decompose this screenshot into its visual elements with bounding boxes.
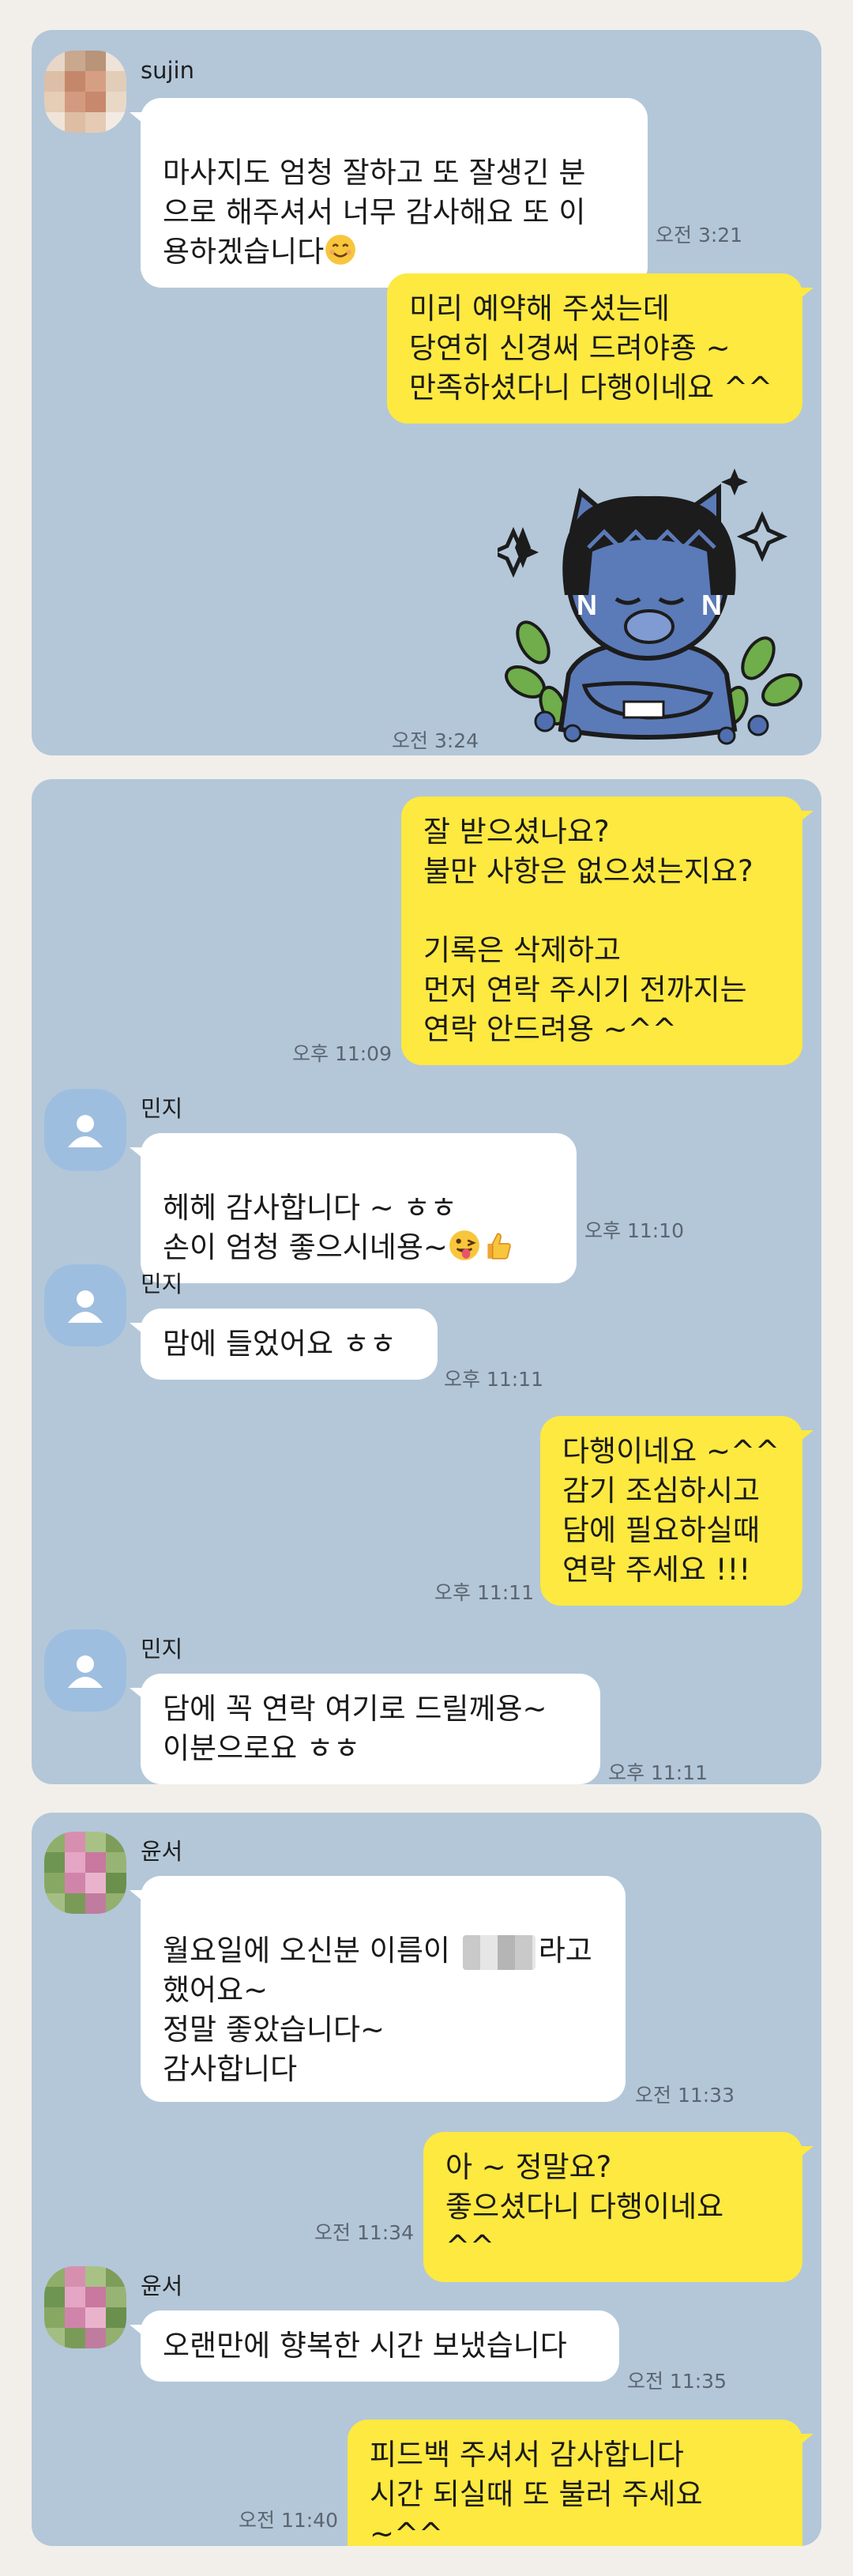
- sujin-avatar[interactable]: [44, 51, 126, 133]
- message-text: 마사지도 엄청 잘하고 또 잘생긴 분 으로 해주셔서 너무 감사해요 또 이 …: [163, 156, 586, 269]
- pixelated-avatar-image: [44, 1832, 126, 1914]
- timestamp: 오후 11:09: [292, 1042, 392, 1065]
- smiling-face-icon: [325, 235, 356, 265]
- yunseo-avatar[interactable]: [44, 1832, 126, 1914]
- pixelated-avatar-image: [44, 2266, 126, 2348]
- outgoing-message[interactable]: 잘 받으셨나요? 불만 사항은 없으셨는지요? 기록은 삭제하고 먼저 연락 주…: [401, 797, 814, 1065]
- message-text: 했어요~ 정말 좋았습니다~ 감사합니다: [163, 1973, 385, 2086]
- message-text: 헤헤 감사합니다 ~ ㅎㅎ 손이 엄청 좋으시네용~: [163, 1191, 457, 1264]
- sender-name: 민지: [141, 1636, 183, 1663]
- message-text: 라고: [538, 1934, 592, 1968]
- thumbs-up-icon: [487, 1233, 511, 1260]
- message-text: 월요일에 오신분 이름이: [163, 1934, 450, 1968]
- incoming-message[interactable]: 맘에 들었어요 ㅎㅎ: [130, 1309, 438, 1380]
- timestamp: 오후 11:10: [584, 1219, 684, 1242]
- incoming-message[interactable]: 오랜만에 향복한 시간 보냈습니다: [130, 2310, 619, 2382]
- blurred-name-redaction: [462, 1934, 535, 1970]
- timestamp: 오전 11:34: [314, 2221, 414, 2244]
- svg-text:N: N: [577, 589, 597, 621]
- timestamp: 오전 3:24: [392, 729, 479, 752]
- incoming-message[interactable]: 헤헤 감사합니다 ~ ㅎㅎ 손이 엄청 좋으시네용~: [130, 1133, 577, 1283]
- chat-screenshot-2: 잘 받으셨나요? 불만 사항은 없으셨는지요? 기록은 삭제하고 먼저 연락 주…: [32, 779, 821, 1784]
- incoming-message[interactable]: 담에 꼭 연락 여기로 드릴께용~ 이분으로요 ㅎㅎ: [130, 1674, 600, 1784]
- outgoing-message[interactable]: 다행이네요 ~^^ 감기 조심하시고 담에 필요하실때 연락 주세요 !!!: [540, 1416, 814, 1606]
- default-person-icon: [68, 1290, 103, 1323]
- chat-screenshot-1: sujin 마사지도 엄청 잘하고 또 잘생긴 분 으로 해주셔서 너무 감사해…: [32, 30, 821, 755]
- sender-name: 민지: [141, 1271, 183, 1297]
- svg-text:N: N: [701, 589, 722, 621]
- sender-name: 민지: [141, 1095, 183, 1122]
- winking-face-tongue-icon: [449, 1230, 479, 1260]
- lion-character-sticker[interactable]: N N: [498, 461, 821, 753]
- sender-name: 윤서: [141, 2273, 183, 2299]
- minji-avatar[interactable]: [44, 1089, 126, 1171]
- timestamp: 오전 11:33: [635, 2084, 735, 2107]
- incoming-message[interactable]: 마사지도 엄청 잘하고 또 잘생긴 분 으로 해주셔서 너무 감사해요 또 이 …: [130, 98, 648, 288]
- minji-avatar[interactable]: [44, 1629, 126, 1712]
- outgoing-message[interactable]: 아 ~ 정말요? 좋으셨다니 다행이네요 ^^: [423, 2132, 814, 2282]
- minji-avatar[interactable]: [44, 1264, 126, 1346]
- outgoing-message[interactable]: 피드백 주셔서 감사합니다 시간 되실때 또 불러 주세요 ~^^: [348, 2420, 814, 2546]
- timestamp: 오전 11:40: [239, 2509, 338, 2532]
- timestamp: 오전 11:35: [627, 2370, 727, 2393]
- timestamp: 오후 11:11: [608, 1761, 708, 1784]
- timestamp: 오후 11:11: [444, 1368, 543, 1391]
- timestamp: 오후 11:11: [434, 1581, 534, 1604]
- sender-name: 윤서: [141, 1838, 183, 1865]
- default-person-icon: [68, 1115, 103, 1147]
- sender-name: sujin: [141, 57, 194, 84]
- pixelated-avatar-image: [44, 51, 126, 133]
- chat-screenshot-3: 윤서 월요일에 오신분 이름이 라고했어요~ 정말 좋았습니다~ 감사합니다 오…: [32, 1813, 821, 2546]
- default-person-icon: [68, 1655, 103, 1688]
- yunseo-avatar[interactable]: [44, 2266, 126, 2348]
- timestamp: 오전 3:21: [656, 224, 743, 247]
- outgoing-message[interactable]: 미리 예약해 주셨는데 당연히 신경써 드려야죵 ~ 만족하셨다니 다행이네요 …: [387, 273, 814, 424]
- incoming-message[interactable]: 월요일에 오신분 이름이 라고했어요~ 정말 좋았습니다~ 감사합니다: [130, 1876, 626, 2102]
